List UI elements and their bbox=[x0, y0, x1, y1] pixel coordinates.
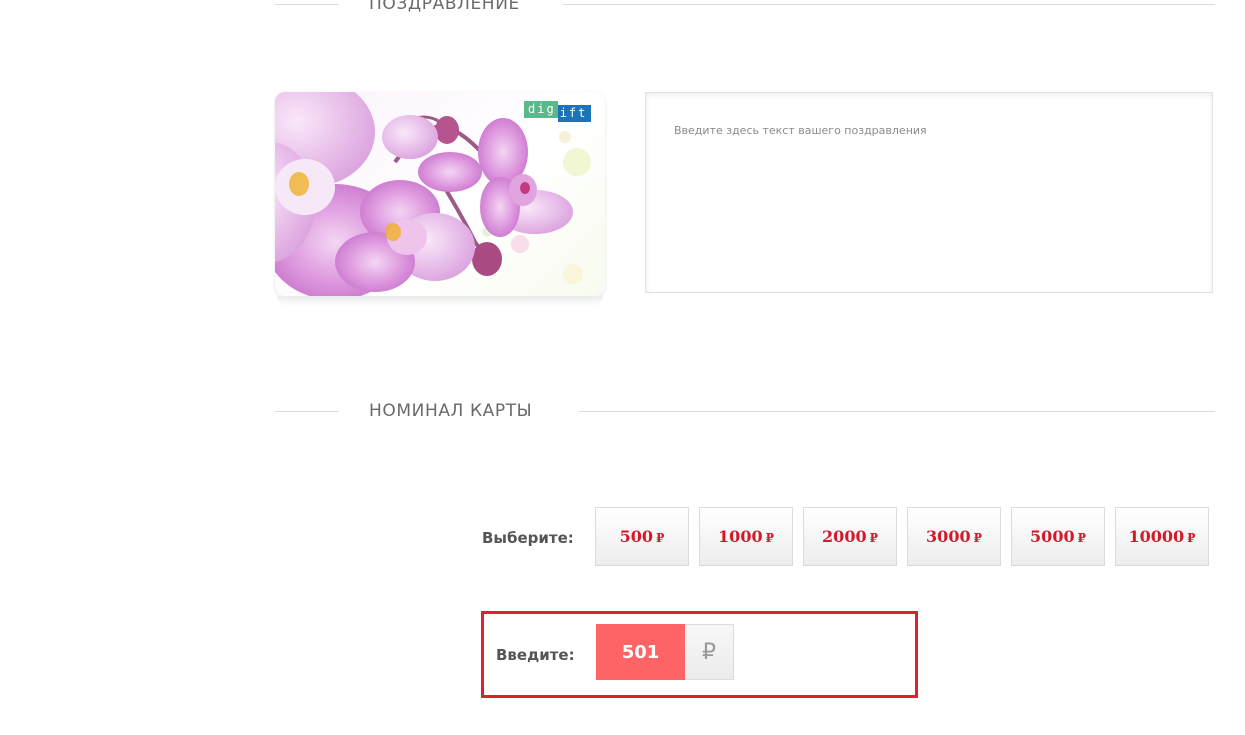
logo-text: dig bbox=[524, 101, 558, 118]
ruble-icon: ₽ bbox=[765, 530, 774, 545]
ruble-icon: ₽ bbox=[656, 530, 665, 545]
section-title: ПОЗДРАВЛЕНИЕ bbox=[369, 0, 520, 14]
section-header-greeting: ПОЗДРАВЛЕНИЕ bbox=[275, 0, 1215, 14]
denomination-button-3000[interactable]: 3000 ₽ bbox=[907, 507, 1001, 566]
denomination-amount: 1000 bbox=[718, 527, 763, 546]
divider bbox=[275, 411, 339, 412]
divider bbox=[579, 411, 1215, 412]
divider bbox=[563, 4, 1215, 5]
choose-label: Выберите: bbox=[482, 529, 574, 547]
enter-label: Введите: bbox=[496, 646, 575, 664]
denomination-button-1000[interactable]: 1000 ₽ bbox=[699, 507, 793, 566]
custom-amount-input[interactable] bbox=[596, 624, 685, 680]
page: ПОЗДРАВЛЕНИЕ dig ift Введите здесь текст… bbox=[0, 0, 1245, 735]
denomination-button-10000[interactable]: 10000 ₽ bbox=[1115, 507, 1209, 566]
ruble-icon: ₽ bbox=[685, 624, 734, 680]
denomination-button-500[interactable]: 500 ₽ bbox=[595, 507, 689, 566]
denomination-amount: 10000 bbox=[1128, 527, 1185, 546]
logo-text: ift bbox=[557, 105, 592, 122]
gift-card-image[interactable]: dig ift bbox=[275, 92, 605, 296]
digift-logo: dig ift bbox=[524, 101, 595, 122]
denomination-buttons: 500 ₽ 1000 ₽ 2000 ₽ 3000 ₽ 5000 ₽ 10000 ₽ bbox=[595, 507, 1209, 566]
card-reflection bbox=[277, 296, 603, 306]
ruble-icon: ₽ bbox=[869, 530, 878, 545]
greeting-text-box bbox=[645, 92, 1213, 293]
denomination-amount: 2000 bbox=[822, 527, 867, 546]
section-title: НОМИНАЛ КАРТЫ bbox=[369, 401, 533, 421]
section-header-nominal: НОМИНАЛ КАРТЫ bbox=[275, 401, 1215, 421]
ruble-icon: ₽ bbox=[1187, 530, 1196, 545]
ruble-icon: ₽ bbox=[973, 530, 982, 545]
orchid-illustration bbox=[275, 92, 591, 296]
denomination-amount: 5000 bbox=[1030, 527, 1075, 546]
greeting-textarea[interactable] bbox=[646, 93, 1212, 292]
denomination-amount: 3000 bbox=[926, 527, 971, 546]
denomination-amount: 500 bbox=[619, 527, 654, 546]
divider bbox=[275, 4, 339, 5]
ruble-icon: ₽ bbox=[1077, 530, 1086, 545]
denomination-button-5000[interactable]: 5000 ₽ bbox=[1011, 507, 1105, 566]
denomination-button-2000[interactable]: 2000 ₽ bbox=[803, 507, 897, 566]
